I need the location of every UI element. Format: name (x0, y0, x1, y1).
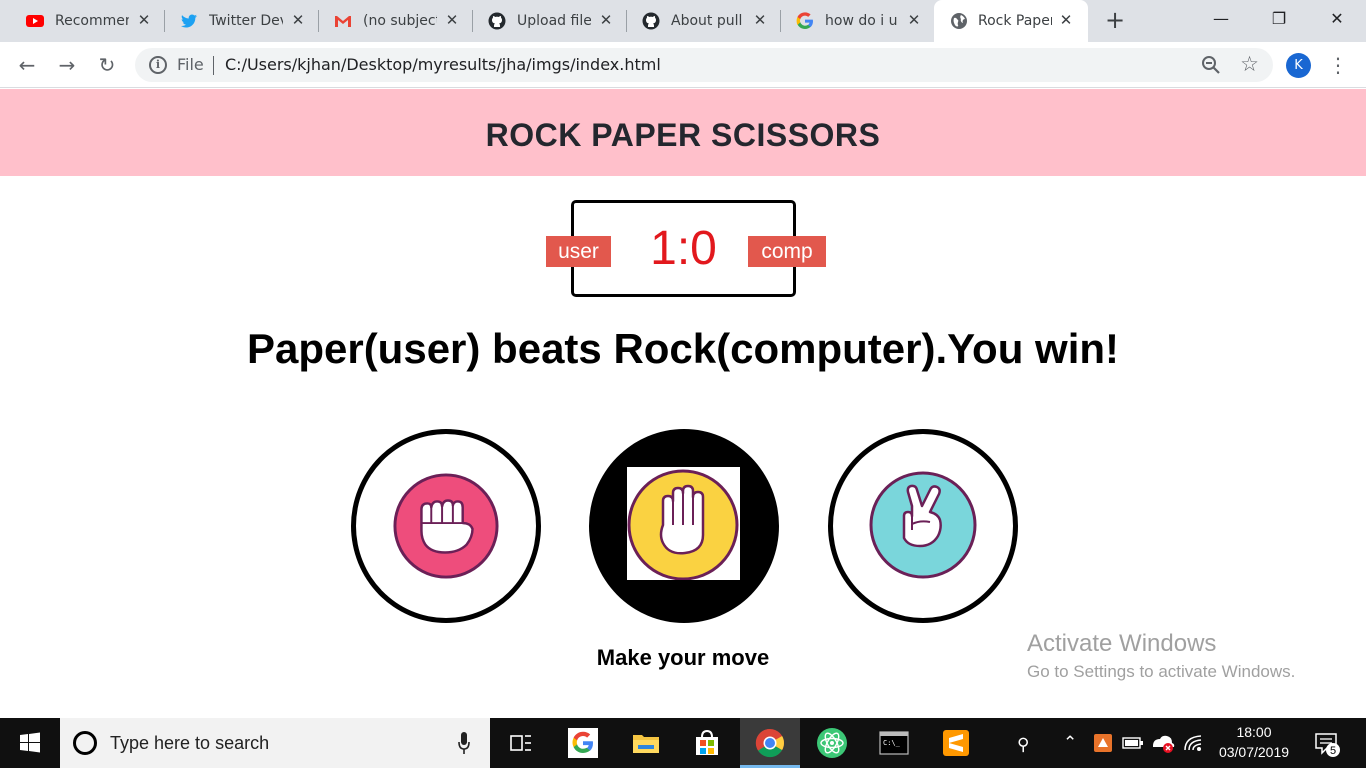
file-explorer-icon[interactable] (630, 727, 662, 759)
close-icon[interactable]: ✕ (598, 12, 614, 28)
close-window-button[interactable]: ✕ (1314, 4, 1360, 34)
chrome-icon (755, 728, 784, 758)
scissors-hand-icon (869, 471, 977, 579)
address-scheme: File (177, 55, 204, 74)
user-label-badge: user (546, 236, 611, 267)
taskbar-search[interactable]: Type here to search (60, 718, 490, 768)
profile-avatar[interactable]: K (1286, 53, 1311, 78)
paper-hand-icon (627, 467, 740, 580)
page-title: ROCK PAPER SCISSORS (485, 117, 881, 153)
close-icon[interactable]: ✕ (752, 12, 768, 28)
tab-github-about[interactable]: About pull ✕ (616, 0, 778, 42)
address-url[interactable]: C:/Users/kjhan/Desktop/myresults/jha/img… (225, 56, 661, 74)
minimize-button[interactable]: — (1198, 4, 1244, 34)
clock-date: 03/07/2019 (1218, 744, 1290, 760)
tray-app-icon[interactable] (1093, 733, 1113, 753)
browser-toolbar: ← → ↻ i File C:/Users/kjhan/Desktop/myre… (0, 42, 1366, 88)
tab-title: Rock Paper (978, 13, 1052, 29)
close-icon[interactable]: ✕ (290, 12, 306, 28)
github-icon (488, 12, 506, 30)
restore-button[interactable]: ❐ (1256, 4, 1302, 34)
watermark-title: Activate Windows (1027, 630, 1217, 657)
zoom-out-icon[interactable] (1201, 55, 1221, 75)
terminal-icon[interactable]: C:\_ (878, 727, 910, 759)
tab-title: About pull (671, 13, 743, 29)
rock-hand-icon (393, 473, 499, 579)
close-icon[interactable]: ✕ (1058, 12, 1074, 28)
atom-icon[interactable] (816, 727, 848, 759)
comp-label-badge: comp (748, 236, 826, 267)
gmail-icon (335, 16, 351, 27)
taskbar-search-placeholder: Type here to search (110, 733, 270, 753)
menu-dots-icon[interactable]: ⋮ (1326, 52, 1350, 78)
reload-icon[interactable]: ↻ (94, 52, 120, 78)
taskbar-clock[interactable]: 18:00 03/07/2019 (1210, 722, 1298, 762)
close-icon[interactable]: ✕ (444, 12, 460, 28)
new-tab-button[interactable]: + (1102, 8, 1128, 34)
tray-chevron-up-icon[interactable]: ⌃ (1063, 730, 1077, 756)
chrome-taskbar-active[interactable] (740, 718, 800, 768)
windows-taskbar: Type here to search C:\_ ⚲ ⌃ 18:00 03/07… (0, 718, 1366, 768)
activate-windows-watermark: Activate Windows Go to Settings to activ… (1027, 629, 1295, 685)
info-icon[interactable]: i (149, 56, 167, 74)
tab-rock-paper[interactable]: Rock Paper ✕ (934, 0, 1088, 42)
tab-title: Twitter Dev (209, 13, 283, 29)
action-center-icon[interactable]: 5 (1313, 730, 1341, 758)
clock-time: 18:00 (1236, 724, 1272, 740)
watermark-subtitle: Go to Settings to activate Windows. (1027, 662, 1296, 681)
close-icon[interactable]: ✕ (906, 12, 922, 28)
github-icon (642, 12, 660, 30)
battery-icon[interactable] (1122, 735, 1144, 751)
result-message: Paper(user) beats Rock(computer).You win… (246, 325, 1120, 372)
tab-title: Upload file (517, 13, 591, 29)
people-icon[interactable]: ⚲ (1017, 732, 1029, 758)
youtube-icon (26, 15, 44, 27)
tab-gmail[interactable]: (no subject ✕ (308, 0, 470, 42)
address-bar[interactable]: i File C:/Users/kjhan/Desktop/myresults/… (135, 48, 1273, 82)
globe-icon (951, 13, 967, 29)
tab-strip: Recommen ✕ Twitter Dev ✕ (no subject ✕ U… (0, 0, 1366, 42)
page-header: ROCK PAPER SCISSORS (0, 89, 1366, 176)
forward-icon[interactable]: → (54, 52, 80, 78)
tab-youtube[interactable]: Recommen ✕ (0, 0, 162, 42)
scissors-choice-button[interactable] (828, 429, 1018, 623)
microphone-icon[interactable] (458, 731, 470, 755)
sublime-text-icon[interactable] (940, 727, 972, 759)
notification-count: 5 (1330, 745, 1336, 757)
google-icon (796, 12, 813, 29)
rock-choice-button[interactable] (351, 429, 541, 623)
network-warning-icon[interactable] (1150, 732, 1176, 754)
wifi-icon[interactable] (1183, 732, 1205, 754)
tab-title: (no subject (363, 13, 437, 29)
windows-start-icon[interactable] (0, 718, 60, 768)
back-icon[interactable]: ← (14, 52, 40, 78)
twitter-icon (181, 14, 197, 28)
store-icon[interactable] (691, 727, 723, 759)
tab-github-upload[interactable]: Upload file ✕ (462, 0, 624, 42)
task-view-icon[interactable] (505, 727, 537, 759)
page-content: ROCK PAPER SCISSORS 1:0 user comp Paper(… (0, 89, 1366, 718)
google-taskbar-icon[interactable] (567, 727, 599, 759)
svg-text:C:\_: C:\_ (883, 739, 901, 747)
tab-twitter[interactable]: Twitter Dev ✕ (154, 0, 316, 42)
close-icon[interactable]: ✕ (136, 12, 152, 28)
bookmark-star-icon[interactable]: ☆ (1240, 52, 1259, 76)
cortana-icon[interactable] (73, 731, 97, 755)
tab-title: how do i u (825, 13, 898, 29)
tab-google[interactable]: how do i u ✕ (770, 0, 932, 42)
tab-title: Recommen (55, 13, 129, 29)
paper-choice-button[interactable] (589, 429, 779, 623)
address-divider (213, 56, 214, 75)
